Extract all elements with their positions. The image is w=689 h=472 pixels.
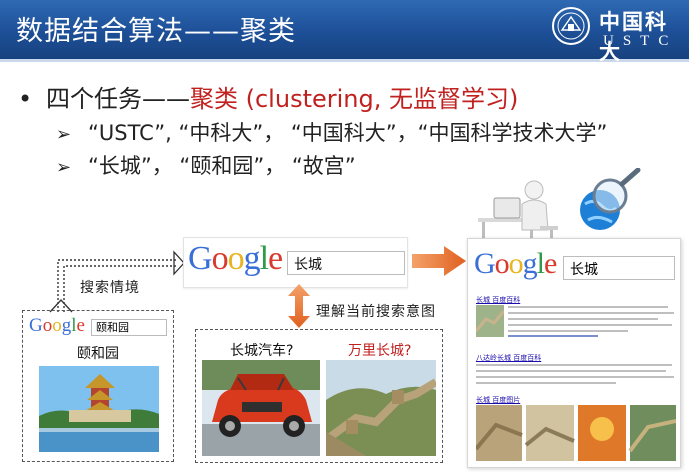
caption-great-wall-motor: 长城汽车? bbox=[230, 343, 294, 359]
orange-arrow-icon bbox=[412, 246, 466, 276]
context-box-summer-palace: Google 颐和园 颐和园 bbox=[22, 310, 174, 462]
result-link-3[interactable]: 长城 百度图片 bbox=[476, 395, 520, 405]
bullet-arrow-icon: ➢ bbox=[56, 124, 72, 145]
sub-bullet-ustc: ➢ “USTC”, “中科大”， “中国科大”，“中国科学技术大学” bbox=[56, 117, 607, 147]
label-search-context: 搜索情境 bbox=[80, 280, 140, 296]
search-results-page: Google 长城 长城 百度百科 八达岭长城 百度百科 长城 百度图片 bbox=[467, 238, 681, 468]
intent-box: 长城汽车? 万里长城? bbox=[195, 329, 443, 463]
car-photo bbox=[202, 360, 320, 456]
search-input[interactable]: 颐和园 bbox=[91, 319, 167, 336]
bullet-dot-icon: • bbox=[18, 85, 33, 113]
sub-bullet-landmarks: ➢ “长城”， “颐和园”， “故宫” bbox=[56, 150, 356, 180]
sub-bullet-text: “长城”， “颐和园”， “故宫” bbox=[88, 154, 356, 178]
caption-great-wall: 万里长城? bbox=[348, 343, 412, 359]
label-understand-intent: 理解当前搜索意图 bbox=[316, 304, 436, 320]
ustc-emblem-icon bbox=[552, 7, 590, 45]
bullet-main: • 四个任务——聚类 (clustering, 无监督学习) bbox=[18, 79, 518, 114]
caption-summer-palace: 颐和园 bbox=[77, 346, 119, 362]
orange-double-arrow-icon bbox=[288, 284, 310, 328]
sub-bullet-text: “USTC”, “中科大”， “中国科大”，“中国科学技术大学” bbox=[88, 121, 608, 145]
google-search-center: Google 长城 bbox=[183, 237, 408, 288]
result-link-2[interactable]: 八达岭长城 百度百科 bbox=[476, 353, 541, 363]
slide-title: 数据结合算法——聚类 bbox=[16, 16, 296, 47]
result-thumbnail bbox=[476, 305, 504, 337]
result-snippet-lines bbox=[508, 306, 674, 337]
result-image-strip bbox=[476, 405, 676, 461]
ustc-logo-english: USTC bbox=[603, 33, 678, 49]
magnifier-globe-icon bbox=[580, 168, 641, 230]
great-wall-photo bbox=[326, 360, 436, 456]
slide-header: 数据结合算法——聚类 中国科大 USTC bbox=[0, 0, 689, 64]
person-desk-icon bbox=[478, 180, 558, 244]
google-logo: Google bbox=[474, 247, 557, 280]
result-link-1[interactable]: 长城 百度百科 bbox=[476, 295, 520, 305]
bullet-main-prefix: 四个任务—— bbox=[46, 85, 190, 113]
search-input[interactable]: 长城 bbox=[287, 251, 405, 275]
person-desk-illustration bbox=[478, 168, 641, 244]
result-snippet-lines bbox=[476, 364, 674, 384]
search-input[interactable]: 长城 bbox=[563, 256, 675, 280]
google-logo: Google bbox=[29, 315, 85, 336]
bullet-main-highlight: 聚类 (clustering, 无监督学习) bbox=[190, 85, 519, 113]
google-logo: Google bbox=[188, 240, 283, 277]
summer-palace-photo bbox=[39, 366, 159, 452]
bullet-arrow-icon: ➢ bbox=[56, 157, 72, 178]
